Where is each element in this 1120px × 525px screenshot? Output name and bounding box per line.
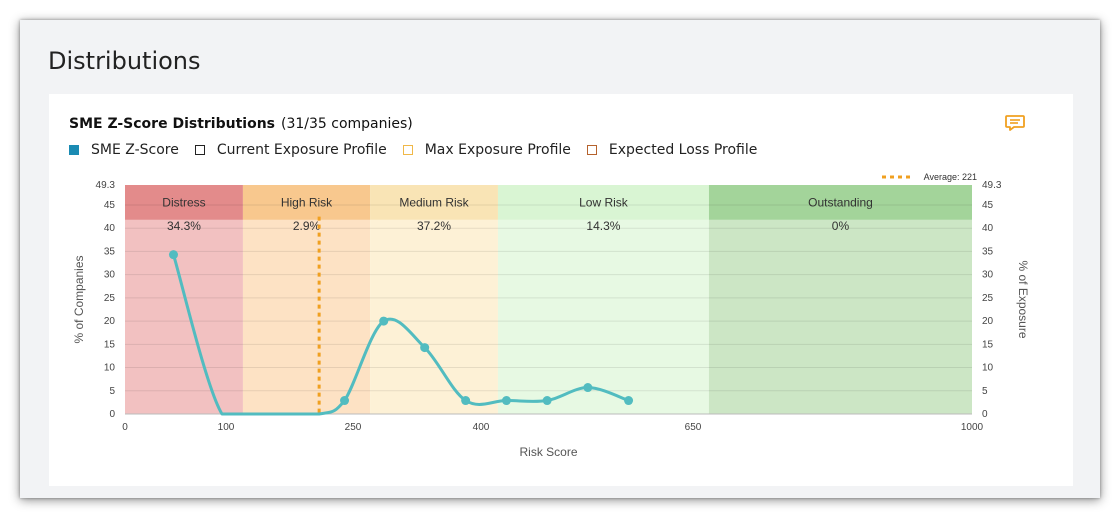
chart-legend: SME Z-Score Current Exposure Profile Max… xyxy=(69,142,773,158)
chart-card: SME Z-Score Distributions (31/35 companie… xyxy=(49,94,1073,486)
chart-title: SME Z-Score Distributions (31/35 companie… xyxy=(69,116,413,132)
legend-item-current-exposure[interactable]: Current Exposure Profile xyxy=(194,142,387,158)
comment-icon[interactable] xyxy=(1004,114,1026,134)
distributions-panel: Distributions SME Z-Score Distributions (… xyxy=(20,20,1100,498)
legend-label: Max Exposure Profile xyxy=(424,142,571,158)
legend-swatch xyxy=(69,145,79,155)
section-title: Distributions xyxy=(48,47,201,75)
legend-swatch xyxy=(586,145,597,155)
legend-label: Current Exposure Profile xyxy=(216,142,387,158)
legend-label: SME Z-Score xyxy=(91,142,179,158)
legend-label: Expected Loss Profile xyxy=(608,142,758,158)
legend-swatch xyxy=(194,145,205,155)
chart-title-text: SME Z-Score Distributions xyxy=(69,116,275,132)
legend-item-expected-loss[interactable]: Expected Loss Profile xyxy=(586,142,758,158)
legend-item-max-exposure[interactable]: Max Exposure Profile xyxy=(402,142,571,158)
legend-item-sme-z-score[interactable]: SME Z-Score xyxy=(69,142,179,158)
legend-swatch xyxy=(402,145,413,155)
chart-subtitle: (31/35 companies) xyxy=(281,116,413,132)
